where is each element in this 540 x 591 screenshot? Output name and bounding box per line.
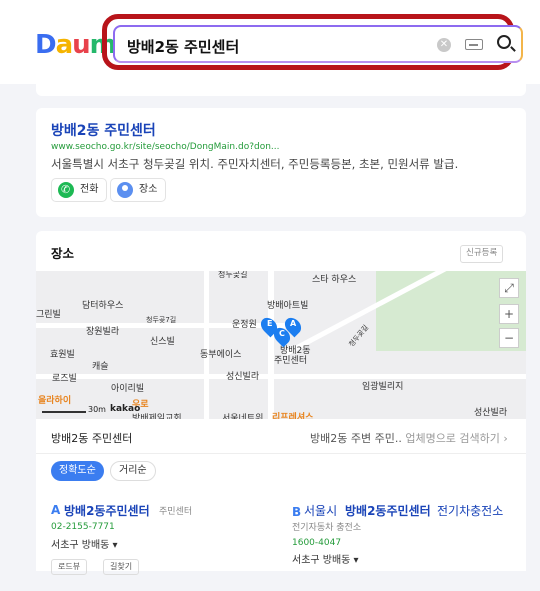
- map-label: 리프레셔스: [272, 413, 314, 419]
- map-label: 청두곶길: [218, 271, 248, 279]
- map-label: 청두곶7길: [146, 316, 177, 324]
- item-letter: B: [292, 505, 302, 519]
- place-list-bar: 방배2동 주민센터 방배2동 주변 주민.. 업체명으로 검색하기 ›: [36, 419, 526, 454]
- result-description: 서울특별시 서초구 청두곶길 위치. 주민자치센터, 주민등록등본, 초본, 민…: [51, 157, 459, 171]
- map-label: 스타 하우스: [312, 275, 357, 285]
- kakao-logo: kakao: [110, 404, 141, 414]
- scale-bar: [42, 411, 86, 413]
- sort-accuracy-button[interactable]: 정확도순: [51, 461, 104, 481]
- map-label: 청두곶길: [347, 323, 371, 349]
- item-letter: A: [51, 503, 61, 517]
- marker-letter: E: [267, 319, 273, 328]
- map-label: 서울네트워: [222, 414, 264, 419]
- item-name[interactable]: 방배2동주민센터: [64, 502, 150, 519]
- map-label: 올라하이: [38, 396, 72, 406]
- map-label: 장원빌라: [86, 327, 120, 337]
- web-result-card: 방배2동 주민센터 www.seocho.go.kr/site/seocho/D…: [36, 108, 526, 217]
- new-register-button[interactable]: 신규등록: [460, 245, 504, 263]
- item-name-prefix[interactable]: 서울시: [304, 502, 337, 519]
- phone-chip-label: 전화: [80, 184, 99, 195]
- item-name[interactable]: 방배2동주민센터: [345, 502, 431, 519]
- search-input[interactable]: 방배2동 주민센터 ✕: [113, 25, 523, 63]
- map-label: 주민센터: [274, 356, 308, 366]
- search-hint: 업체명으로 검색하기 ›: [405, 432, 508, 445]
- item-name-suffix[interactable]: 전기차충전소: [437, 502, 503, 519]
- map-label: 그린빌: [36, 310, 61, 320]
- place-chip-label: 장소: [139, 184, 158, 195]
- item-phone[interactable]: 1600-4047: [292, 538, 341, 548]
- item-phone[interactable]: 02-2155-7771: [51, 522, 115, 532]
- search-input-value: 방배2동 주민센터: [127, 38, 240, 56]
- directions-button[interactable]: 길찾기: [103, 559, 140, 575]
- place-chip-button[interactable]: 장소: [110, 178, 167, 202]
- map-label: 성산빌라: [474, 408, 508, 418]
- map-label: 담터하우스: [82, 301, 124, 311]
- fullscreen-icon[interactable]: ⤢: [499, 278, 519, 298]
- place-list-title: 방배2동 주민센터: [51, 432, 133, 445]
- map-label: 로즈빌: [52, 374, 77, 384]
- map-label: 운정원: [232, 320, 257, 330]
- zoom-in-button[interactable]: +: [499, 304, 519, 324]
- search-icon[interactable]: [497, 35, 511, 49]
- map-label: 효원빌: [50, 350, 75, 360]
- map-road: [36, 374, 526, 379]
- map-label: 캐슬: [92, 362, 109, 372]
- marker-letter: A: [290, 319, 297, 328]
- roadview-button[interactable]: 로드뷰: [51, 559, 88, 575]
- phone-chip-button[interactable]: 전화: [51, 178, 108, 202]
- map-label: 방배아트빌: [267, 301, 309, 311]
- item-area[interactable]: 서초구 방배동 ▾: [292, 551, 359, 566]
- clear-icon[interactable]: ✕: [437, 38, 451, 52]
- scale-label: 30m: [88, 405, 106, 414]
- sort-distance-button[interactable]: 거리순: [110, 461, 156, 481]
- map-label: 성신빌라: [226, 372, 260, 382]
- map-label: 신스빌: [150, 337, 175, 347]
- item-category: 주민센터: [159, 507, 193, 517]
- map-road: [204, 271, 209, 419]
- nearby-text: 방배2동 주변 주민..: [310, 432, 402, 445]
- phone-icon: [58, 179, 74, 201]
- marker-letter: C: [279, 329, 285, 338]
- nearby-search-link[interactable]: 방배2동 주변 주민.. 업체명으로 검색하기 ›: [310, 430, 508, 446]
- map-label: 동부에이스: [200, 350, 242, 360]
- keyboard-icon[interactable]: [465, 39, 483, 50]
- item-area[interactable]: 서초구 방배동 ▾: [51, 536, 118, 551]
- map-road: [268, 271, 274, 419]
- map-label: 아이리빌: [111, 384, 145, 394]
- zoom-out-button[interactable]: −: [499, 328, 519, 348]
- prior-result-card: [36, 70, 526, 96]
- result-title-link[interactable]: 방배2동 주민센터: [51, 120, 156, 140]
- result-url[interactable]: www.seocho.go.kr/site/seocho/DongMain.do…: [51, 142, 280, 152]
- map-label: 임광빌리지: [362, 382, 404, 392]
- place-heading: 장소: [51, 246, 75, 261]
- map[interactable]: 청두곶길 스타 하우스 그린빌 담터하우스 청두곶7길 장원빌라 방배아트빌 운…: [36, 271, 526, 419]
- location-pin-icon: [117, 182, 133, 198]
- item-category: 전기자동차 충전소: [292, 523, 362, 533]
